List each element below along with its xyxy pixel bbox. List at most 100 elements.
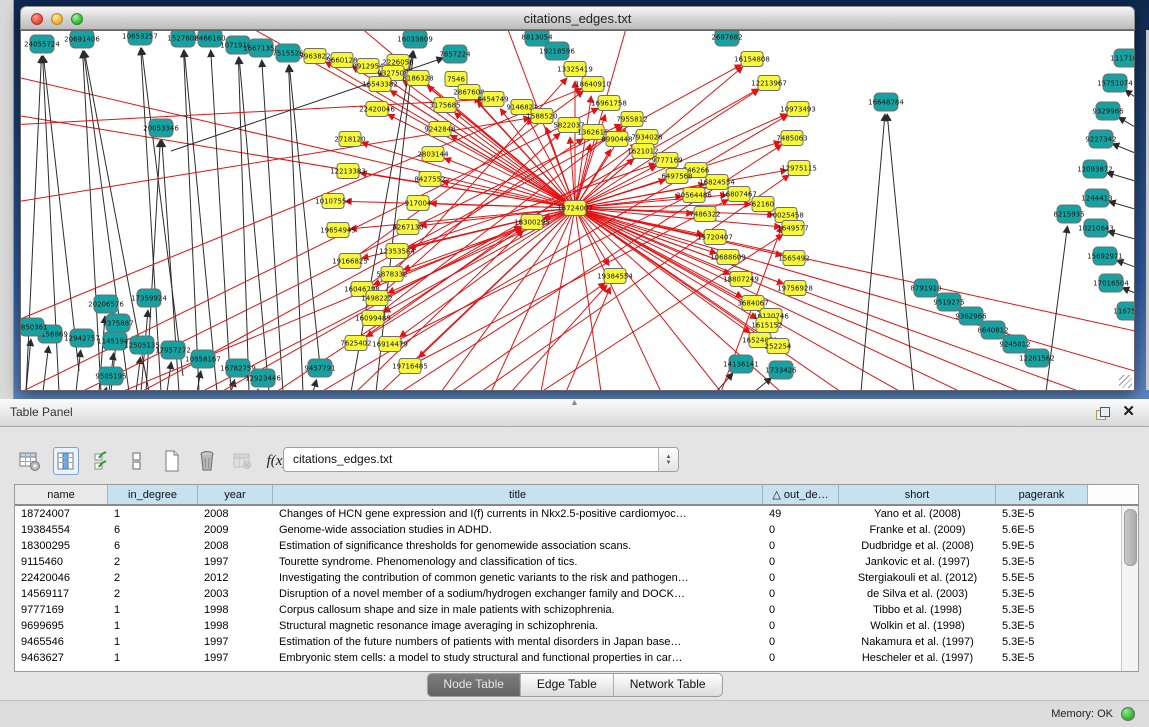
citation-edge-black[interactable] xyxy=(1118,117,1134,127)
table-cell: 1 xyxy=(108,506,198,522)
citation-edge-black[interactable] xyxy=(76,350,81,390)
graph-node-label: 20206576 xyxy=(88,301,124,309)
table-cell: 22420046 xyxy=(15,570,108,586)
table-row[interactable]: 1872400712008Changes of HCN gene express… xyxy=(15,506,1138,522)
window-resize-grip[interactable] xyxy=(1119,375,1132,388)
memory-status-icon[interactable] xyxy=(1121,707,1135,721)
graph-node-label: 10025458 xyxy=(768,212,804,220)
application-window: citations_edges.txt 24055724206914061065… xyxy=(0,0,1149,727)
network-window-title: citations_edges.txt xyxy=(21,7,1134,31)
graph-node-label: 16914479 xyxy=(372,341,408,349)
close-panel-button[interactable]: ✕ xyxy=(1122,403,1135,421)
float-panel-button[interactable] xyxy=(1096,407,1109,419)
column-header[interactable]: year xyxy=(198,485,273,504)
citation-edge-black[interactable] xyxy=(43,56,79,371)
table-cell: 9699695 xyxy=(15,618,108,634)
table-row[interactable]: 1456911722003Disruption of a novel membe… xyxy=(15,586,1138,602)
create-column-button[interactable] xyxy=(160,448,184,474)
network-graph[interactable]: 2405572420691406106532571527602646616010… xyxy=(21,31,1134,390)
citation-edge-red[interactable] xyxy=(575,208,1134,371)
graph-node-label: 10653257 xyxy=(122,33,158,41)
table-body: 1872400712008Changes of HCN gene express… xyxy=(15,506,1138,666)
citation-edge-black[interactable] xyxy=(887,114,914,390)
graph-node-label: 13325419 xyxy=(557,66,593,74)
column-header[interactable]: short xyxy=(839,485,996,504)
tab-node-table[interactable]: Node Table xyxy=(427,674,520,696)
graph-node-label: 16543382 xyxy=(362,81,398,89)
table-mode-button[interactable] xyxy=(18,448,42,474)
citation-edge-black[interactable] xyxy=(211,50,231,390)
citation-edge-black[interactable] xyxy=(861,114,885,390)
table-select[interactable]: citations_edges.txt ▲▼ xyxy=(283,447,679,472)
table-cell: 2008 xyxy=(198,506,273,522)
tab-edge-table[interactable]: Edge Table xyxy=(520,674,613,696)
column-header[interactable]: title xyxy=(273,485,763,504)
table-row[interactable]: 1830029562008Estimation of significance … xyxy=(15,538,1138,554)
show-columns-button[interactable] xyxy=(53,447,79,475)
table-row[interactable]: 911546021997Tourette syndrome. Phenomeno… xyxy=(15,554,1138,570)
citation-edge-black[interactable] xyxy=(142,48,183,376)
table-cell: 1 xyxy=(108,634,198,650)
citation-edge-black[interactable] xyxy=(262,60,283,390)
graph-node-label: 16099489 xyxy=(355,315,391,323)
column-header[interactable]: name xyxy=(15,485,108,504)
graph-node-label: 1117104 xyxy=(1110,55,1134,63)
table-cell: 0 xyxy=(763,570,839,586)
citation-edge-red[interactable] xyxy=(575,208,1134,331)
table-row[interactable]: 2242004622012Investigating the contribut… xyxy=(15,570,1138,586)
citation-edge-black[interactable] xyxy=(1112,144,1134,153)
citation-edge-red[interactable] xyxy=(400,208,575,337)
citation-edge-black[interactable] xyxy=(1106,172,1134,181)
citation-edge-black[interactable] xyxy=(313,380,317,390)
citation-edge-red[interactable] xyxy=(575,208,774,215)
table-cell: 0 xyxy=(763,602,839,618)
citation-edge-black[interactable] xyxy=(184,50,199,390)
graph-node-label: 8186328 xyxy=(402,75,433,83)
row-height-button[interactable] xyxy=(125,448,149,474)
delete-table-button[interactable] xyxy=(230,448,254,474)
memory-status-label: Memory: OK xyxy=(1051,708,1113,720)
split-divider-handle[interactable]: ▲ xyxy=(570,397,579,407)
citation-edge-black[interactable] xyxy=(1046,226,1067,390)
table-cell: 5.3E-5 xyxy=(996,650,1088,666)
citation-edge-black[interactable] xyxy=(289,65,321,376)
citation-edge-black[interactable] xyxy=(1125,90,1134,97)
table-row[interactable]: 969969511998Structural magnetic resonanc… xyxy=(15,618,1138,634)
table-cell: 9777169 xyxy=(15,602,108,618)
citation-edge-black[interactable] xyxy=(1122,288,1134,293)
network-window-titlebar[interactable]: citations_edges.txt xyxy=(20,6,1135,30)
citation-edge-red[interactable] xyxy=(575,208,782,255)
table-toolbar: f(x) xyxy=(18,446,289,476)
table-vertical-scrollbar[interactable] xyxy=(1121,506,1138,671)
graph-node-label: 1621012 xyxy=(627,148,658,156)
tab-network-table[interactable]: Network Table xyxy=(613,674,722,696)
table-cell: 49 xyxy=(763,506,839,522)
citation-edge-red[interactable] xyxy=(451,283,605,390)
citation-edge-black[interactable] xyxy=(1116,260,1134,267)
graph-node-label: 20691406 xyxy=(64,36,100,44)
column-header[interactable]: in_degree xyxy=(108,485,198,504)
citation-edge-black[interactable] xyxy=(754,378,772,390)
table-row[interactable]: 946362711997Embryonic stem cells: a mode… xyxy=(15,650,1138,666)
citation-edge-black[interactable] xyxy=(43,346,49,390)
graph-node-label: 14136141 xyxy=(723,361,759,369)
table-cell: 2 xyxy=(108,570,198,586)
network-canvas[interactable]: 2405572420691406106532571527602646616010… xyxy=(20,30,1135,391)
graph-node-label: 1167533 xyxy=(1113,308,1134,316)
graph-node-label: 17359924 xyxy=(131,295,167,303)
column-header[interactable]: △ out_de… xyxy=(763,485,839,504)
select-columns-button[interactable] xyxy=(90,448,114,474)
table-row[interactable]: 1938455462009Genome-wide association stu… xyxy=(15,522,1138,538)
graph-node-label: 1850361 xyxy=(21,324,48,332)
scrollbar-thumb[interactable] xyxy=(1124,509,1137,566)
delete-column-button[interactable] xyxy=(195,448,219,474)
column-header[interactable]: pagerank xyxy=(996,485,1088,504)
table-cell: 1997 xyxy=(198,554,273,570)
table-row[interactable]: 977716911998Corpus callosum shape and si… xyxy=(15,602,1138,618)
citation-edge-black[interactable] xyxy=(257,389,258,390)
table-cell: 2012 xyxy=(198,570,273,586)
citation-edge-black[interactable] xyxy=(105,387,107,390)
table-cell: 2009 xyxy=(198,522,273,538)
table-row[interactable]: 946554611997Estimation of the future num… xyxy=(15,634,1138,650)
graph-node-label: 2718120 xyxy=(334,136,365,144)
